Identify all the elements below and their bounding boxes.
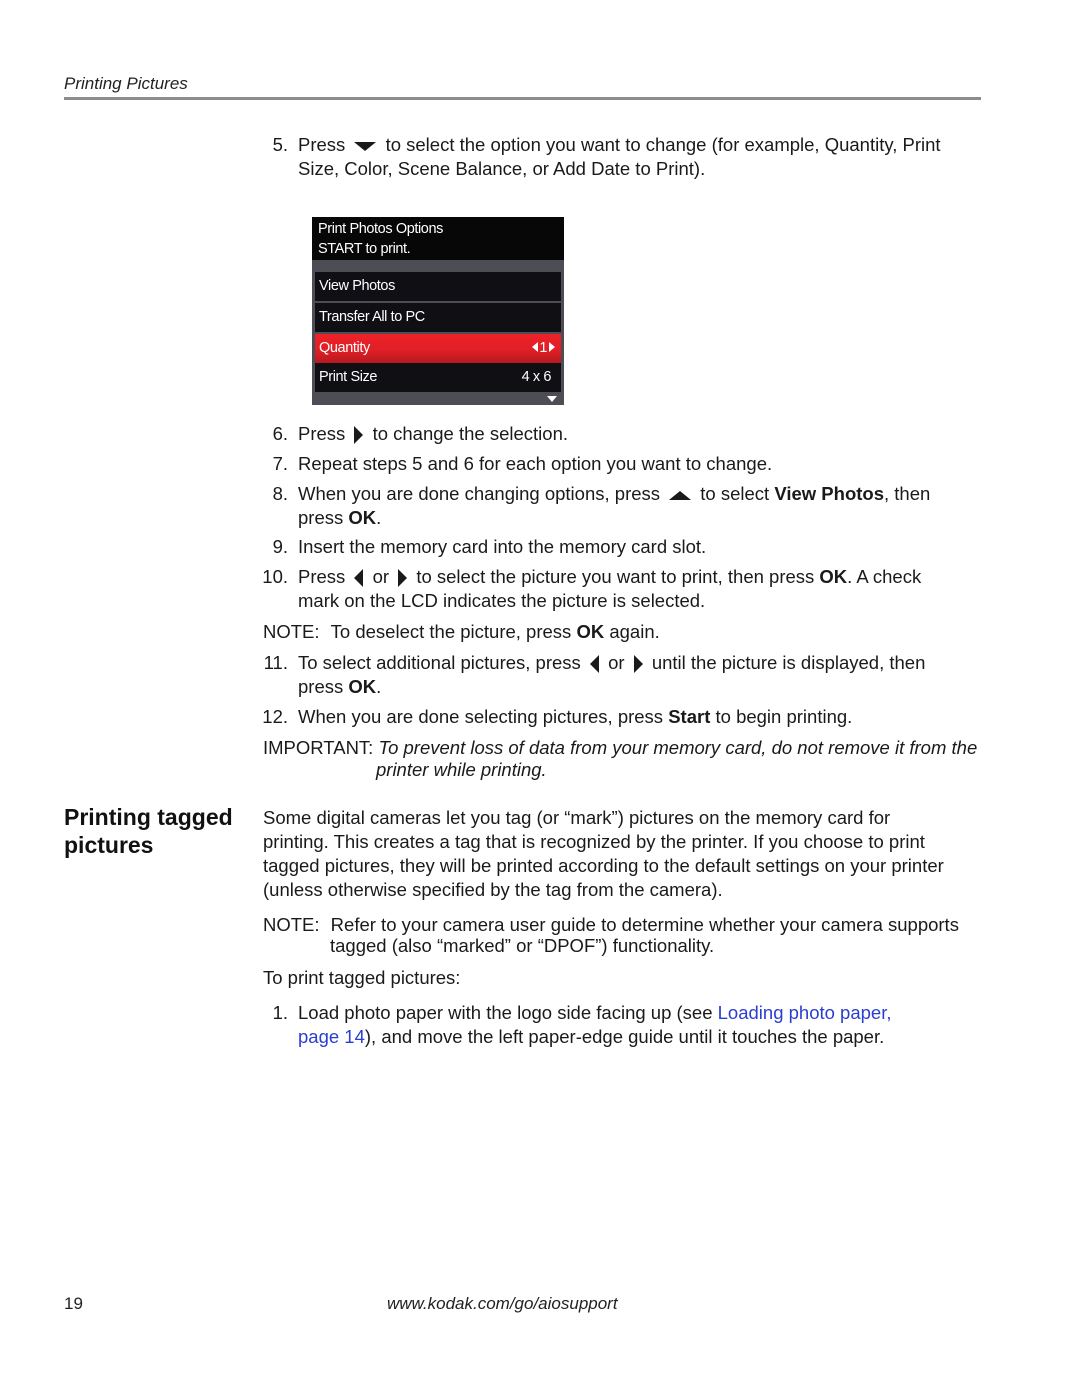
step-11: 11. To select additional pictures, press… — [263, 652, 926, 697]
page-14-link[interactable]: page 14 — [298, 1026, 365, 1047]
note-deselect: NOTE: To deselect the picture, press OK … — [263, 621, 660, 642]
scroll-down-icon — [547, 396, 557, 402]
tagged-intro: To print tagged pictures: — [263, 967, 461, 988]
step-10: 10. Press or to select the picture you w… — [262, 566, 922, 611]
quantity-value: 1 — [532, 334, 555, 363]
right-arrow-icon — [549, 342, 555, 352]
running-header: Printing Pictures — [64, 74, 188, 93]
lcd-row-quantity: Quantity 1 — [315, 334, 561, 363]
left-arrow-icon — [532, 342, 539, 352]
header-rule — [64, 97, 981, 100]
step-number: 5. — [272, 134, 288, 155]
lcd-row-transfer: Transfer All to PC — [315, 303, 561, 332]
down-arrow-icon — [354, 141, 377, 151]
step-6: 6. Press to change the selection. — [272, 423, 568, 445]
lcd-screen: Print Photos Options START to print. Vie… — [312, 217, 564, 405]
lcd-header: Print Photos Options START to print. — [312, 217, 564, 260]
section-paragraph: Some digital cameras let you tag (or “ma… — [263, 807, 944, 900]
loading-photo-paper-link[interactable]: Loading photo paper, — [718, 1002, 892, 1023]
page-number: 19 — [64, 1294, 83, 1313]
right-arrow-icon — [398, 569, 408, 588]
left-arrow-icon — [589, 655, 599, 674]
note-dpof: NOTE: Refer to your camera user guide to… — [263, 914, 959, 956]
step-9: 9. Insert the memory card into the memor… — [272, 536, 707, 557]
step-12: 12. When you are done selecting pictures… — [262, 706, 853, 727]
lcd-subtitle: START to print. — [318, 241, 411, 257]
lcd-title: Print Photos Options — [318, 221, 443, 237]
left-arrow-icon — [354, 569, 364, 588]
right-arrow-icon — [633, 655, 643, 674]
lcd-row-print-size: Print Size 4 x 6 — [315, 363, 561, 392]
print-size-value: 4 x 6 — [521, 369, 552, 385]
up-arrow-icon — [669, 490, 692, 500]
lcd-row-view-photos: View Photos — [315, 272, 561, 301]
footer-url: www.kodak.com/go/aiosupport — [387, 1294, 618, 1313]
tagged-step-1: 1. Load photo paper with the logo side f… — [272, 1002, 892, 1047]
step-7: 7. Repeat steps 5 and 6 for each option … — [272, 453, 773, 474]
important-label: IMPORTANT: — [263, 737, 374, 758]
right-arrow-icon — [354, 426, 364, 445]
note-label: NOTE: — [263, 621, 320, 642]
important-note: IMPORTANT: To prevent loss of data from … — [263, 737, 978, 780]
step-8: 8. When you are done changing options, p… — [272, 483, 931, 528]
section-heading: Printing tagged pictures — [64, 804, 233, 858]
